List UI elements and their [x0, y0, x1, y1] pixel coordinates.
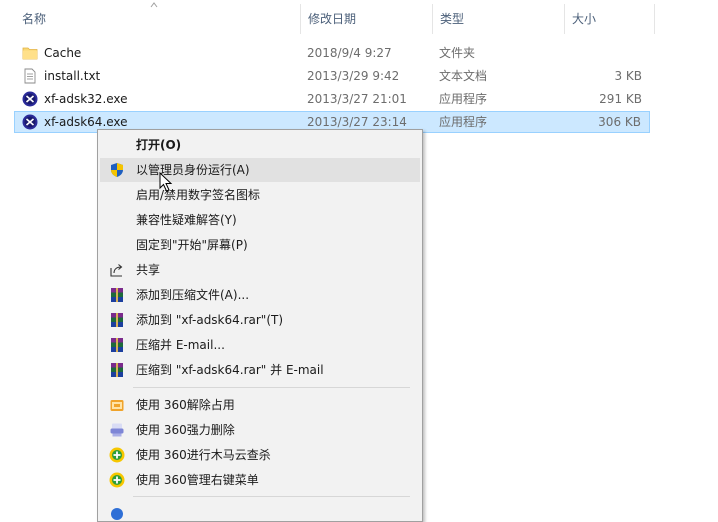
text-file-icon [24, 68, 36, 84]
file-name: Cache [44, 46, 82, 60]
column-date[interactable]: 修改日期 [308, 0, 356, 38]
file-row-xf-adsk32[interactable]: xf-adsk32.exe 2013/3/27 21:01 应用程序 291 K… [14, 88, 650, 110]
file-size: 291 KB [599, 92, 642, 106]
file-type: 文件夹 [439, 46, 476, 60]
xforce-app-icon [22, 91, 38, 107]
menu-item-label: 压缩到 "xf-adsk64.rar" 并 E-mail [136, 363, 324, 377]
column-divider[interactable] [564, 4, 565, 34]
winrar-icon [111, 288, 123, 302]
menu-item-compress-rar-email[interactable]: 压缩到 "xf-adsk64.rar" 并 E-mail [100, 358, 420, 382]
file-type: 应用程序 [439, 115, 488, 129]
context-menu: 打开(O) 以管理员身份运行(A) 启用/禁用数字签名图标 兼容性疑难解答(Y)… [97, 129, 423, 522]
file-size: 306 KB [598, 115, 641, 129]
file-date: 2018/9/4 9:27 [307, 46, 392, 60]
mouse-cursor-icon [159, 172, 173, 192]
file-name: xf-adsk32.exe [44, 92, 128, 106]
menu-item-label: 共享 [136, 263, 161, 277]
menu-item-label: 打开(O) [136, 138, 182, 152]
menu-item-add-to-archive[interactable]: 添加到压缩文件(A)... [100, 283, 420, 307]
menu-item-360-unlock[interactable]: 使用 360解除占用 [100, 393, 420, 417]
menu-item-compress-email[interactable]: 压缩并 E-mail... [100, 333, 420, 357]
menu-item-run-as-admin[interactable]: 以管理员身份运行(A) [100, 158, 420, 182]
column-divider[interactable] [300, 4, 301, 34]
menu-item-label: 固定到"开始"屏幕(P) [136, 238, 248, 252]
menu-item-open[interactable]: 打开(O) [100, 133, 420, 157]
column-size[interactable]: 大小 [572, 0, 596, 38]
menu-item-label: 兼容性疑难解答(Y) [136, 213, 237, 227]
menu-item-share[interactable]: 共享 [100, 258, 420, 282]
menu-item-compat-troubleshoot[interactable]: 兼容性疑难解答(Y) [100, 208, 420, 232]
menu-separator [133, 387, 410, 388]
shredder-icon [110, 423, 124, 437]
file-size: 3 KB [614, 69, 642, 83]
menu-item-label: 压缩并 E-mail... [136, 338, 225, 352]
menu-separator [133, 496, 410, 497]
file-date: 2013/3/27 21:01 [307, 92, 407, 106]
360-security-icon [109, 447, 125, 463]
share-icon [110, 264, 123, 277]
file-date: 2013/3/29 9:42 [307, 69, 400, 83]
winrar-icon [111, 363, 123, 377]
menu-item-add-to-rar[interactable]: 添加到 "xf-adsk64.rar"(T) [100, 308, 420, 332]
menu-item-cutoff[interactable] [100, 502, 420, 521]
winrar-icon [111, 313, 123, 327]
file-name: install.txt [44, 69, 101, 83]
menu-item-label: 添加到压缩文件(A)... [136, 288, 250, 302]
menu-item-360-force-delete[interactable]: 使用 360强力删除 [100, 418, 420, 442]
menu-item-toggle-signature[interactable]: 启用/禁用数字签名图标 [100, 183, 420, 207]
menu-item-label: 以管理员身份运行(A) [136, 163, 250, 177]
menu-item-label: 使用 360管理右键菜单 [136, 473, 259, 487]
sort-up-icon [150, 2, 158, 8]
column-divider[interactable] [654, 4, 655, 34]
menu-item-360-manage-menu[interactable]: 使用 360管理右键菜单 [100, 468, 420, 492]
menu-item-label: 添加到 "xf-adsk64.rar"(T) [136, 313, 284, 327]
360-security-icon [109, 472, 125, 488]
menu-item-label: 使用 360进行木马云查杀 [136, 448, 271, 462]
menu-item-pin-start[interactable]: 固定到"开始"屏幕(P) [100, 233, 420, 257]
column-name[interactable]: 名称 [22, 0, 46, 38]
column-type[interactable]: 类型 [440, 0, 464, 38]
file-row-cache[interactable]: Cache 2018/9/4 9:27 文件夹 [14, 42, 650, 64]
menu-item-360-trojan-scan[interactable]: 使用 360进行木马云查杀 [100, 443, 420, 467]
menu-item-label: 使用 360强力删除 [136, 423, 235, 437]
xforce-app-icon [22, 114, 38, 130]
unlock-file-icon [110, 400, 124, 411]
file-type: 文本文档 [439, 69, 488, 83]
column-divider[interactable] [432, 4, 433, 34]
file-row-install-txt[interactable]: install.txt 2013/3/29 9:42 文本文档 3 KB [14, 65, 650, 87]
folder-icon [22, 47, 38, 60]
column-header: 名称 修改日期 类型 大小 [0, 0, 656, 38]
winrar-icon [111, 338, 123, 352]
file-type: 应用程序 [439, 92, 488, 106]
cutoff-item-icon [111, 508, 123, 520]
menu-item-label: 启用/禁用数字签名图标 [136, 188, 261, 202]
shield-icon [111, 163, 123, 177]
menu-item-label: 使用 360解除占用 [136, 398, 235, 412]
